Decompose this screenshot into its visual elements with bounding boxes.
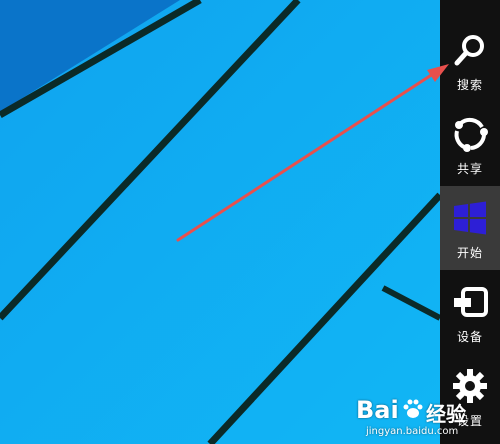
charms-bar: 搜索 共享 开始 设备 设置 — [440, 0, 500, 444]
desktop-wallpaper — [0, 0, 440, 444]
charm-share[interactable]: 共享 — [440, 102, 500, 186]
charm-label: 设备 — [456, 330, 483, 344]
charm-label: 开始 — [456, 246, 483, 260]
windows-logo-icon — [450, 198, 490, 238]
desktop-background — [0, 0, 440, 444]
search-icon — [450, 30, 490, 70]
charm-label: 搜索 — [456, 78, 483, 92]
charm-start[interactable]: 开始 — [440, 186, 500, 270]
devices-icon — [450, 282, 490, 322]
charm-devices[interactable]: 设备 — [440, 270, 500, 354]
charm-label: 设置 — [456, 414, 483, 428]
charm-search[interactable]: 搜索 — [440, 18, 500, 102]
charm-settings[interactable]: 设置 — [440, 354, 500, 438]
charm-label: 共享 — [456, 162, 483, 176]
gear-icon — [450, 366, 490, 406]
share-icon — [450, 114, 490, 154]
